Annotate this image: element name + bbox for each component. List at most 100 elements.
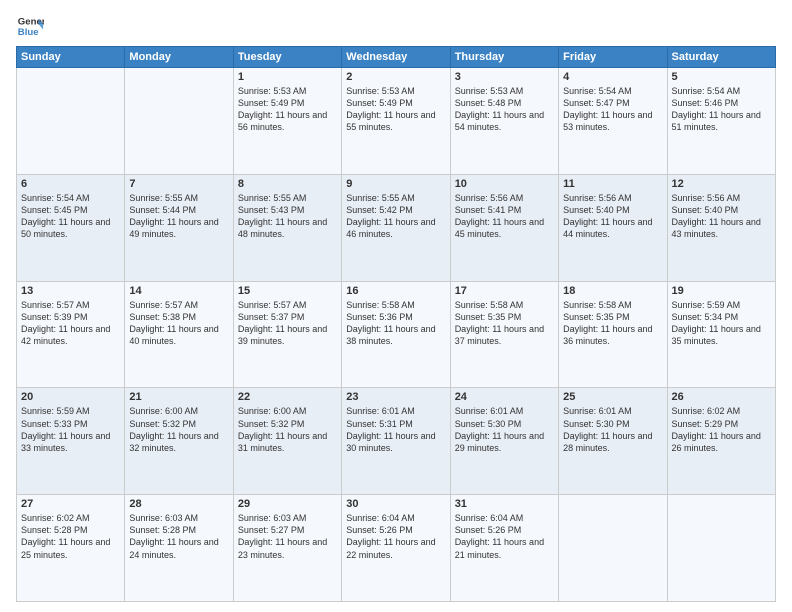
weekday-header-saturday: Saturday <box>667 47 775 68</box>
day-number: 10 <box>455 178 554 190</box>
calendar-cell: 1 Sunrise: 5:53 AM Sunset: 5:49 PM Daylig… <box>233 68 341 175</box>
day-info: Sunrise: 5:55 AM Sunset: 5:42 PM Dayligh… <box>346 192 445 241</box>
day-number: 16 <box>346 285 445 297</box>
calendar-week-3: 13 Sunrise: 5:57 AM Sunset: 5:39 PM Dayli… <box>17 281 776 388</box>
calendar-cell: 20Sunrise: 5:59 AM Sunset: 5:33 PM Dayli… <box>17 388 125 495</box>
calendar-cell <box>17 68 125 175</box>
header: General Blue <box>16 12 776 40</box>
weekday-header-friday: Friday <box>559 47 667 68</box>
calendar-cell <box>559 495 667 602</box>
weekday-header-wednesday: Wednesday <box>342 47 450 68</box>
day-number: 4 <box>563 71 662 83</box>
day-info: Sunrise: 5:56 AM Sunset: 5:41 PM Dayligh… <box>455 192 554 241</box>
day-info: Sunrise: 5:59 AM Sunset: 5:33 PM Dayligh… <box>21 405 120 454</box>
day-number: 13 <box>21 285 120 297</box>
day-number: 23 <box>346 391 445 403</box>
page: General Blue SundayMondayTuesdayWednesda… <box>0 0 792 612</box>
day-number: 17 <box>455 285 554 297</box>
calendar-cell: 6 Sunrise: 5:54 AM Sunset: 5:45 PM Daylig… <box>17 174 125 281</box>
day-number: 22 <box>238 391 337 403</box>
weekday-header-monday: Monday <box>125 47 233 68</box>
calendar-week-4: 20Sunrise: 5:59 AM Sunset: 5:33 PM Dayli… <box>17 388 776 495</box>
calendar-cell: 28 Sunrise: 6:03 AM Sunset: 5:28 PM Dayli… <box>125 495 233 602</box>
logo-icon: General Blue <box>16 12 44 40</box>
day-info: Sunrise: 5:54 AM Sunset: 5:46 PM Dayligh… <box>672 85 771 134</box>
calendar-cell: 8 Sunrise: 5:55 AM Sunset: 5:43 PM Daylig… <box>233 174 341 281</box>
weekday-header-thursday: Thursday <box>450 47 558 68</box>
day-number: 2 <box>346 71 445 83</box>
day-number: 19 <box>672 285 771 297</box>
day-info: Sunrise: 5:53 AM Sunset: 5:49 PM Dayligh… <box>346 85 445 134</box>
calendar-cell <box>667 495 775 602</box>
day-number: 5 <box>672 71 771 83</box>
day-number: 6 <box>21 178 120 190</box>
day-info: Sunrise: 6:02 AM Sunset: 5:28 PM Dayligh… <box>21 512 120 561</box>
day-info: Sunrise: 6:01 AM Sunset: 5:31 PM Dayligh… <box>346 405 445 454</box>
day-number: 21 <box>129 391 228 403</box>
calendar-cell: 13 Sunrise: 5:57 AM Sunset: 5:39 PM Dayli… <box>17 281 125 388</box>
calendar-cell: 22 Sunrise: 6:00 AM Sunset: 5:32 PM Dayli… <box>233 388 341 495</box>
day-info: Sunrise: 5:58 AM Sunset: 5:35 PM Dayligh… <box>563 299 662 348</box>
day-number: 3 <box>455 71 554 83</box>
day-info: Sunrise: 5:57 AM Sunset: 5:38 PM Dayligh… <box>129 299 228 348</box>
day-number: 15 <box>238 285 337 297</box>
day-info: Sunrise: 5:57 AM Sunset: 5:37 PM Dayligh… <box>238 299 337 348</box>
calendar-cell: 23 Sunrise: 6:01 AM Sunset: 5:31 PM Dayli… <box>342 388 450 495</box>
logo: General Blue <box>16 12 44 40</box>
day-info: Sunrise: 5:56 AM Sunset: 5:40 PM Dayligh… <box>672 192 771 241</box>
calendar-cell: 9 Sunrise: 5:55 AM Sunset: 5:42 PM Daylig… <box>342 174 450 281</box>
day-number: 30 <box>346 498 445 510</box>
day-number: 27 <box>21 498 120 510</box>
calendar-cell: 26Sunrise: 6:02 AM Sunset: 5:29 PM Dayli… <box>667 388 775 495</box>
calendar-cell: 30 Sunrise: 6:04 AM Sunset: 5:26 PM Dayli… <box>342 495 450 602</box>
calendar-week-5: 27 Sunrise: 6:02 AM Sunset: 5:28 PM Dayli… <box>17 495 776 602</box>
day-number: 12 <box>672 178 771 190</box>
calendar-cell: 5 Sunrise: 5:54 AM Sunset: 5:46 PM Daylig… <box>667 68 775 175</box>
day-info: Sunrise: 5:56 AM Sunset: 5:40 PM Dayligh… <box>563 192 662 241</box>
day-info: Sunrise: 6:03 AM Sunset: 5:28 PM Dayligh… <box>129 512 228 561</box>
calendar-cell: 17Sunrise: 5:58 AM Sunset: 5:35 PM Dayli… <box>450 281 558 388</box>
day-info: Sunrise: 6:01 AM Sunset: 5:30 PM Dayligh… <box>563 405 662 454</box>
calendar-cell: 18Sunrise: 5:58 AM Sunset: 5:35 PM Dayli… <box>559 281 667 388</box>
calendar-cell: 12 Sunrise: 5:56 AM Sunset: 5:40 PM Dayli… <box>667 174 775 281</box>
day-info: Sunrise: 5:57 AM Sunset: 5:39 PM Dayligh… <box>21 299 120 348</box>
calendar-cell: 7 Sunrise: 5:55 AM Sunset: 5:44 PM Daylig… <box>125 174 233 281</box>
day-info: Sunrise: 5:54 AM Sunset: 5:47 PM Dayligh… <box>563 85 662 134</box>
calendar-cell: 25Sunrise: 6:01 AM Sunset: 5:30 PM Dayli… <box>559 388 667 495</box>
calendar-cell: 10 Sunrise: 5:56 AM Sunset: 5:41 PM Dayli… <box>450 174 558 281</box>
day-number: 7 <box>129 178 228 190</box>
day-info: Sunrise: 5:54 AM Sunset: 5:45 PM Dayligh… <box>21 192 120 241</box>
day-info: Sunrise: 6:00 AM Sunset: 5:32 PM Dayligh… <box>129 405 228 454</box>
calendar-cell: 11 Sunrise: 5:56 AM Sunset: 5:40 PM Dayli… <box>559 174 667 281</box>
day-info: Sunrise: 5:59 AM Sunset: 5:34 PM Dayligh… <box>672 299 771 348</box>
calendar-table: SundayMondayTuesdayWednesdayThursdayFrid… <box>16 46 776 602</box>
calendar-week-2: 6 Sunrise: 5:54 AM Sunset: 5:45 PM Daylig… <box>17 174 776 281</box>
day-number: 1 <box>238 71 337 83</box>
day-number: 9 <box>346 178 445 190</box>
calendar-cell <box>125 68 233 175</box>
day-info: Sunrise: 6:00 AM Sunset: 5:32 PM Dayligh… <box>238 405 337 454</box>
calendar-week-1: 1 Sunrise: 5:53 AM Sunset: 5:49 PM Daylig… <box>17 68 776 175</box>
day-info: Sunrise: 5:55 AM Sunset: 5:44 PM Dayligh… <box>129 192 228 241</box>
calendar-cell: 14 Sunrise: 5:57 AM Sunset: 5:38 PM Dayli… <box>125 281 233 388</box>
day-info: Sunrise: 5:53 AM Sunset: 5:48 PM Dayligh… <box>455 85 554 134</box>
calendar-cell: 31 Sunrise: 6:04 AM Sunset: 5:26 PM Dayli… <box>450 495 558 602</box>
day-number: 29 <box>238 498 337 510</box>
day-number: 24 <box>455 391 554 403</box>
day-info: Sunrise: 5:55 AM Sunset: 5:43 PM Dayligh… <box>238 192 337 241</box>
calendar-cell: 4 Sunrise: 5:54 AM Sunset: 5:47 PM Daylig… <box>559 68 667 175</box>
day-info: Sunrise: 5:53 AM Sunset: 5:49 PM Dayligh… <box>238 85 337 134</box>
day-number: 8 <box>238 178 337 190</box>
day-number: 11 <box>563 178 662 190</box>
calendar-cell: 29Sunrise: 6:03 AM Sunset: 5:27 PM Dayli… <box>233 495 341 602</box>
day-number: 28 <box>129 498 228 510</box>
calendar-cell: 2 Sunrise: 5:53 AM Sunset: 5:49 PM Daylig… <box>342 68 450 175</box>
day-info: Sunrise: 5:58 AM Sunset: 5:36 PM Dayligh… <box>346 299 445 348</box>
day-number: 26 <box>672 391 771 403</box>
day-info: Sunrise: 6:04 AM Sunset: 5:26 PM Dayligh… <box>455 512 554 561</box>
calendar-cell: 27 Sunrise: 6:02 AM Sunset: 5:28 PM Dayli… <box>17 495 125 602</box>
day-number: 14 <box>129 285 228 297</box>
calendar-cell: 21 Sunrise: 6:00 AM Sunset: 5:32 PM Dayli… <box>125 388 233 495</box>
day-info: Sunrise: 6:04 AM Sunset: 5:26 PM Dayligh… <box>346 512 445 561</box>
day-number: 31 <box>455 498 554 510</box>
